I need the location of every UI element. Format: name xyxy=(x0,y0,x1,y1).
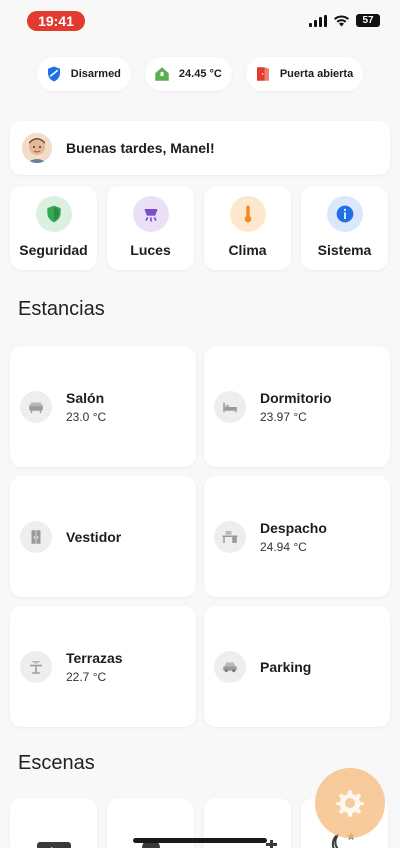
category-row: Seguridad Luces Clima Sistema xyxy=(10,186,388,270)
category-seguridad[interactable]: Seguridad xyxy=(10,186,97,270)
settings-fab[interactable] xyxy=(315,768,385,838)
status-chips: Disarmed 24.45 °C Puerta abierta xyxy=(0,57,400,91)
room-terrazas-name: Terrazas xyxy=(66,649,123,666)
room-dormitorio[interactable]: Dormitorio 23.97 °C xyxy=(204,346,390,467)
signal-icon xyxy=(309,14,327,27)
rooms-title: Estancias xyxy=(18,298,105,320)
room-terrazas[interactable]: Terrazas 22.7 °C xyxy=(10,606,196,727)
gear-icon xyxy=(336,790,364,817)
table-chair-icon xyxy=(20,650,52,683)
room-vestidor-name: Vestidor xyxy=(66,528,122,545)
room-salon-name: Salón xyxy=(66,389,105,406)
room-despacho[interactable]: Despacho 24.94 °C xyxy=(204,476,390,597)
play-icon xyxy=(36,842,71,848)
room-parking-name: Parking xyxy=(260,658,312,675)
home-indicator[interactable] xyxy=(133,838,267,843)
sofa-icon xyxy=(20,390,52,423)
room-dormitorio-name: Dormitorio xyxy=(260,389,332,406)
scenes-title: Escenas xyxy=(18,752,95,774)
battery-indicator: 57 xyxy=(356,14,380,27)
category-sistema[interactable]: Sistema xyxy=(301,186,388,270)
greeting-text: Buenas tardes, Manel! xyxy=(66,140,215,156)
wardrobe-icon xyxy=(20,520,52,553)
room-vestidor[interactable]: Vestidor xyxy=(10,476,196,597)
greeting-card: Buenas tardes, Manel! xyxy=(10,121,390,175)
chip-temperature-label: 24.45 °C xyxy=(178,68,222,80)
chip-temperature[interactable]: 24.45 °C xyxy=(144,57,232,91)
category-seguridad-label: Seguridad xyxy=(19,242,88,258)
shield-icon xyxy=(47,66,60,82)
chip-door-label: Puerta abierta xyxy=(279,68,354,80)
room-dormitorio-temp: 23.97 °C xyxy=(260,409,307,424)
room-despacho-name: Despacho xyxy=(260,519,327,536)
user-avatar-icon xyxy=(22,133,52,163)
door-open-icon xyxy=(256,67,269,81)
room-salon-temp: 23.0 °C xyxy=(66,409,107,424)
car-icon xyxy=(214,650,246,683)
info-icon xyxy=(326,196,363,232)
shield-check-icon xyxy=(35,196,72,232)
desk-icon xyxy=(214,520,246,553)
category-clima-label: Clima xyxy=(228,242,267,258)
scene-play[interactable] xyxy=(10,798,97,848)
wifi-icon xyxy=(334,15,349,27)
bed-icon xyxy=(214,390,246,423)
category-luces-label: Luces xyxy=(130,242,171,258)
chip-alarm[interactable]: Disarmed xyxy=(36,57,131,91)
thermometer-icon xyxy=(229,196,266,232)
status-icons: 57 xyxy=(309,14,380,27)
chip-door[interactable]: Puerta abierta xyxy=(245,57,364,91)
avatar[interactable] xyxy=(22,133,52,163)
room-terrazas-temp: 22.7 °C xyxy=(66,669,107,684)
rooms-grid: Salón 23.0 °C Dormitorio 23.97 °C Vestid… xyxy=(10,346,390,727)
home-temperature-icon xyxy=(155,67,169,81)
chip-alarm-label: Disarmed xyxy=(70,68,121,80)
category-clima[interactable]: Clima xyxy=(204,186,291,270)
room-salon[interactable]: Salón 23.0 °C xyxy=(10,346,196,467)
room-parking[interactable]: Parking xyxy=(204,606,390,727)
ceiling-light-icon xyxy=(132,196,169,232)
status-time: 19:41 xyxy=(27,11,85,31)
category-sistema-label: Sistema xyxy=(317,242,372,258)
status-bar: 19:41 57 xyxy=(0,0,400,44)
category-luces[interactable]: Luces xyxy=(107,186,194,270)
room-despacho-temp: 24.94 °C xyxy=(260,539,307,554)
